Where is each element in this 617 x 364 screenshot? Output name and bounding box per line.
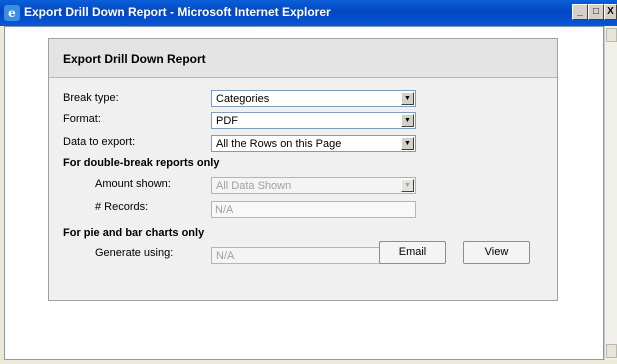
dropdown-arrow-icon[interactable]: ▼	[401, 179, 414, 192]
view-button[interactable]: View	[463, 241, 530, 264]
ie-logo-icon: e	[4, 5, 20, 21]
format-value: PDF	[216, 115, 238, 127]
amount-shown-label: Amount shown:	[95, 178, 171, 190]
records-label: # Records:	[95, 201, 149, 213]
data-to-export-select[interactable]: All the Rows on this Page ▼	[211, 135, 416, 152]
minimize-button[interactable]: _	[572, 4, 588, 20]
maximize-button[interactable]: □	[588, 4, 604, 20]
generate-using-value: N/A	[216, 250, 235, 262]
amount-shown-select[interactable]: All Data Shown ▼	[211, 177, 416, 194]
records-value: N/A	[215, 204, 234, 216]
title-bar[interactable]: e Export Drill Down Report - Microsoft I…	[0, 0, 617, 26]
amount-shown-value: All Data Shown	[216, 180, 292, 192]
records-field[interactable]: N/A	[211, 201, 416, 218]
dropdown-arrow-icon[interactable]: ▼	[401, 137, 414, 150]
break-type-label: Break type:	[63, 92, 119, 104]
scroll-up-button[interactable]	[606, 28, 617, 42]
format-select[interactable]: PDF ▼	[211, 112, 416, 129]
window-title: Export Drill Down Report - Microsoft Int…	[24, 5, 331, 19]
data-to-export-label: Data to export:	[63, 136, 136, 148]
dropdown-arrow-icon[interactable]: ▼	[401, 114, 414, 127]
generate-using-label: Generate using:	[95, 247, 174, 259]
double-break-section-heading: For double-break reports only	[63, 157, 220, 169]
format-label: Format:	[63, 113, 101, 125]
panel-title: Export Drill Down Report	[63, 52, 206, 66]
pie-bar-section-heading: For pie and bar charts only	[63, 227, 205, 239]
scroll-down-button[interactable]	[606, 344, 617, 358]
dropdown-arrow-icon[interactable]: ▼	[401, 92, 414, 105]
email-button[interactable]: Email	[379, 241, 446, 264]
data-to-export-value: All the Rows on this Page	[216, 138, 342, 150]
break-type-value: Categories	[216, 93, 270, 105]
vertical-scrollbar[interactable]	[604, 26, 617, 360]
break-type-select[interactable]: Categories ▼	[211, 90, 416, 107]
close-button[interactable]: X	[604, 4, 617, 20]
panel-header: Export Drill Down Report	[49, 39, 557, 78]
